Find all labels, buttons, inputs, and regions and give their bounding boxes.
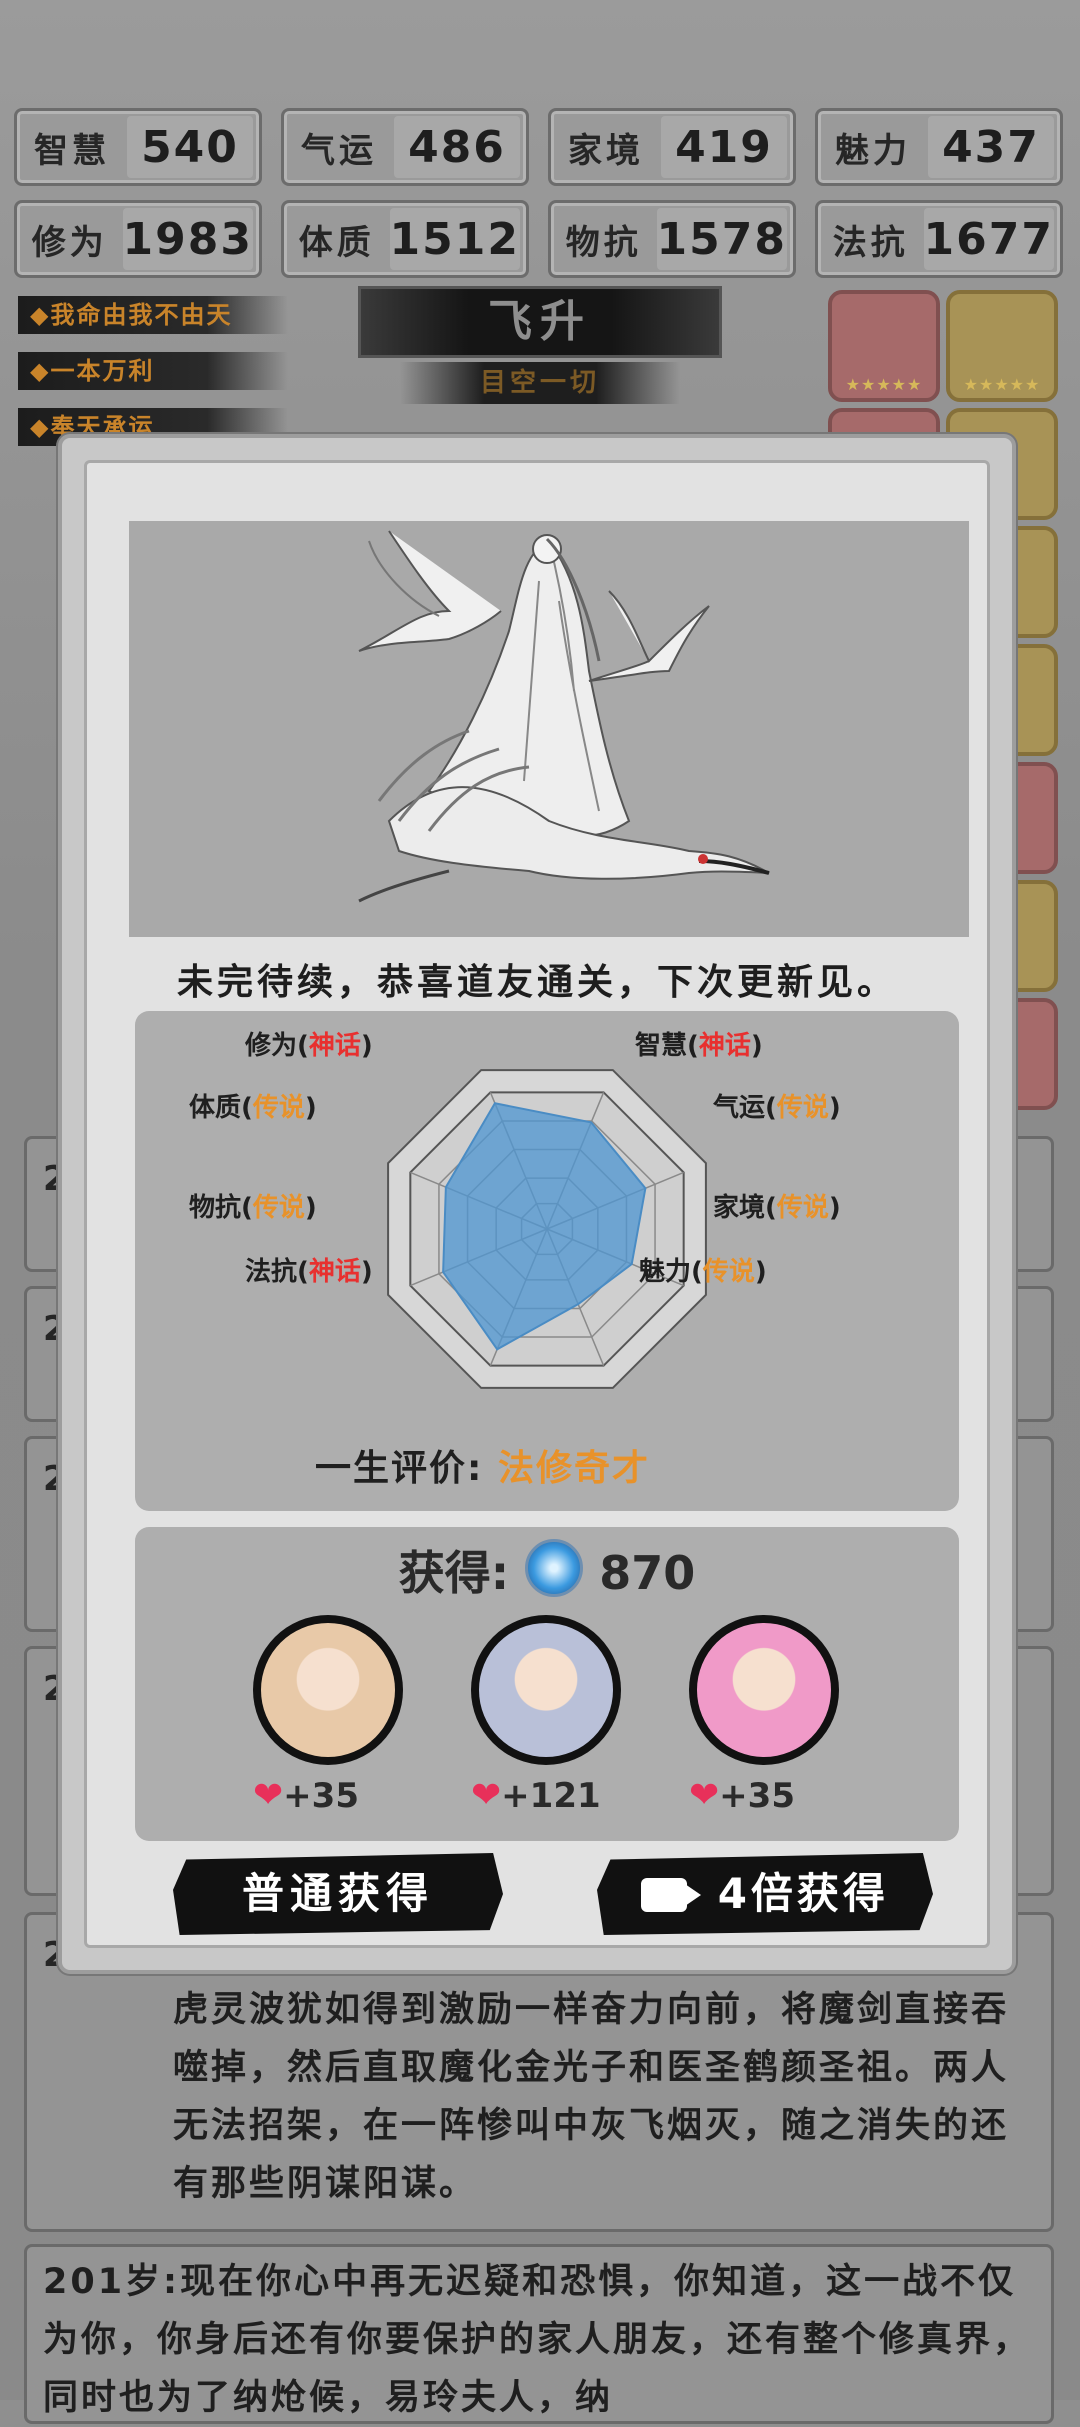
stat-value: 1983 [122, 208, 253, 270]
stat-label: 法抗 [832, 222, 909, 263]
trait-label: 一本万利 [50, 357, 155, 385]
equipment-slot[interactable]: ★★★★★ [828, 290, 940, 402]
radar-label-grade: 神话 [308, 1031, 361, 1061]
stat-box: 修为 1983 [14, 200, 262, 278]
radar-label-grade: 传说 [776, 1193, 829, 1223]
realm-banner: 飞升 [358, 286, 722, 358]
stat-value: 1578 [656, 208, 787, 270]
companion-portrait [689, 1615, 839, 1765]
radar-label-name: 法抗 [245, 1257, 298, 1287]
stat-box: 法抗 1677 [815, 200, 1063, 278]
equipment-slot[interactable]: ★★★★★ [946, 290, 1058, 402]
ascension-dialog: 未完待续，恭喜道友通关，下次更新见。 修为(神话) 智慧(神话) 气运(传说) 家境(… [58, 434, 1016, 1974]
radar-label-grade: 传说 [252, 1093, 305, 1123]
stat-label: 智慧 [34, 130, 110, 171]
radar-label: 家境(传说) [713, 1193, 841, 1223]
radar-label-grade: 传说 [252, 1193, 305, 1223]
trait-item[interactable]: ◆我命由我不由天 [18, 296, 288, 334]
log-entry-text: 虎灵波犹如得到激励一样奋力向前，将魔剑直接吞噬掉，然后直取魔化金光子和医圣鹤颜圣… [173, 1990, 1010, 2204]
normal-claim-button[interactable]: 普通获得 [173, 1853, 503, 1935]
stat-label: 家境 [568, 130, 644, 171]
stat-box: 物抗 1578 [548, 200, 796, 278]
stat-box: 魅力 437 [815, 108, 1063, 186]
radar-label-name: 物抗 [189, 1193, 242, 1223]
dialog-inner: 未完待续，恭喜道友通关，下次更新见。 修为(神话) 智慧(神话) 气运(传说) 家境(… [84, 460, 990, 1948]
radar-label: 体质(传说) [189, 1093, 317, 1123]
stat-value: 1512 [389, 208, 520, 270]
quad-claim-button[interactable]: 4倍获得 [597, 1853, 933, 1935]
reward-amount: 870 [599, 1546, 696, 1600]
stat-box: 体质 1512 [281, 200, 529, 278]
quad-claim-label: 4倍获得 [717, 1869, 889, 1918]
stat-value: 540 [127, 116, 253, 178]
evaluation-label: 一生评价: [315, 1448, 484, 1489]
star-rating-icon: ★★★★★ [963, 375, 1041, 394]
reward-header: 获得: 870 [135, 1537, 959, 1603]
radar-label-grade: 传说 [702, 1257, 755, 1287]
radar-label: 智慧(神话) [635, 1031, 763, 1061]
affection-gain: ❤+35 [253, 1775, 359, 1816]
reward-panel: 获得: 870 ❤+35 ❤+121 ❤+35 [135, 1527, 959, 1841]
stat-box: 智慧 540 [14, 108, 262, 186]
radar-label: 气运(传说) [713, 1093, 841, 1123]
radar-label: 修为(神话) [245, 1031, 373, 1061]
realm-subtitle: 目空一切 [400, 362, 680, 404]
stat-label: 魅力 [835, 130, 911, 171]
stat-label: 体质 [298, 222, 375, 263]
spirit-flame-icon [525, 1539, 584, 1597]
trait-item[interactable]: ◆一本万利 [18, 352, 288, 390]
radar-label-grade: 传说 [776, 1093, 829, 1123]
log-entry-text: 现在你心中再无迟疑和恐惧，你知道，这一战不仅为你，你身后还有你要保护的家人朋友，… [43, 2262, 1032, 2418]
companion-portrait [253, 1615, 403, 1765]
companion-portrait [471, 1615, 621, 1765]
stat-value: 419 [661, 116, 787, 178]
radar-label-name: 家境 [713, 1193, 766, 1223]
stat-label: 修为 [31, 222, 108, 263]
heart-icon: ❤ [689, 1775, 720, 1816]
radar-label: 法抗(神话) [245, 1257, 373, 1287]
stat-box: 家境 419 [548, 108, 796, 186]
affection-gain: ❤+35 [689, 1775, 795, 1816]
stat-label: 气运 [301, 130, 377, 171]
radar-label-name: 魅力 [639, 1257, 692, 1287]
radar-label-name: 智慧 [635, 1031, 688, 1061]
crane-art-icon [129, 521, 969, 937]
heart-icon: ❤ [253, 1775, 284, 1816]
heart-icon: ❤ [471, 1775, 502, 1816]
star-rating-icon: ★★★★★ [845, 375, 923, 394]
reward-label: 获得: [398, 1546, 510, 1600]
attribute-radar-panel: 修为(神话) 智慧(神话) 气运(传说) 家境(传说) 魅力(传说) 法抗(神话) 物抗(传… [135, 1011, 959, 1511]
stat-box: 气运 486 [281, 108, 529, 186]
evaluation-value: 法修奇才 [497, 1448, 650, 1489]
stat-label: 物抗 [565, 222, 642, 263]
dialog-message: 未完待续，恭喜道友通关，下次更新见。 [176, 962, 897, 1003]
log-row: 201岁:现在你心中再无迟疑和恐惧，你知道，这一战不仅为你，你身后还有你要保护的… [24, 2244, 1054, 2424]
life-evaluation: 一生评价: 法修奇才 [315, 1439, 650, 1491]
radar-label-name: 体质 [189, 1093, 242, 1123]
immortal-crane-illustration [129, 521, 969, 937]
video-icon [641, 1878, 702, 1912]
radar-label-name: 气运 [713, 1093, 766, 1123]
radar-label: 物抗(传说) [189, 1193, 317, 1223]
radar-label: 魅力(传说) [639, 1257, 767, 1287]
log-age: 201岁: [43, 2262, 181, 2302]
stat-value: 437 [928, 116, 1054, 178]
affection-gain: ❤+121 [471, 1775, 601, 1816]
radar-label-grade: 神话 [698, 1031, 751, 1061]
stat-value: 486 [394, 116, 520, 178]
radar-label-name: 修为 [245, 1031, 298, 1061]
trait-label: 我命由我不由天 [50, 301, 233, 329]
stat-value: 1677 [923, 208, 1054, 270]
radar-label-grade: 神话 [308, 1257, 361, 1287]
